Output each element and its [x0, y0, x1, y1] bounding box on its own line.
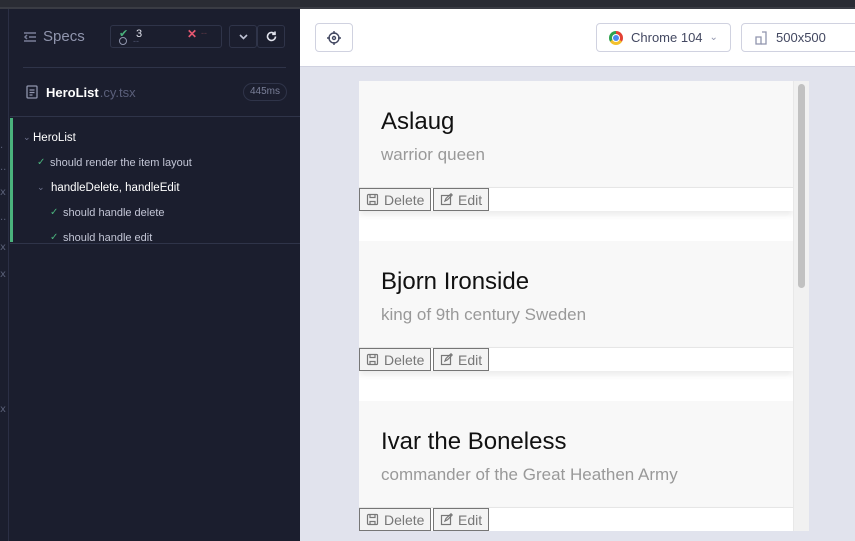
hero-name: Ivar the Boneless: [381, 428, 567, 455]
hero-card: Ivar the Boneless commander of the Great…: [359, 401, 793, 531]
specs-label: Specs: [43, 28, 85, 45]
save-icon: [366, 193, 379, 206]
failed-x-icon: ✕: [187, 27, 198, 41]
spec-duration-badge: 445ms: [242, 83, 287, 101]
test-row[interactable]: ✓ should render the item layout: [10, 150, 300, 175]
suite-label: handleDelete, handleEdit: [51, 181, 180, 194]
app-preview-area: Chrome 104 ⌄ 500x500 Aslaug warrior quee…: [300, 9, 855, 541]
suite-row-herolist[interactable]: ⌄ HeroList: [10, 125, 300, 150]
failed-count: --: [201, 28, 207, 38]
hero-card: Aslaug warrior queen Delete Edit: [359, 81, 793, 211]
browser-label: Chrome 104: [631, 30, 703, 45]
chevron-down-icon: [238, 34, 248, 40]
pass-check-icon: ✓: [50, 232, 59, 243]
specs-list-icon: [23, 31, 36, 42]
rerun-button[interactable]: [257, 25, 285, 48]
test-row[interactable]: ✓ should handle delete: [10, 200, 300, 225]
delete-label: Delete: [384, 351, 425, 368]
viewport-icon: [755, 30, 767, 45]
chrome-icon: [609, 30, 623, 45]
chevron-down-icon: ⌄: [709, 32, 718, 43]
spec-file-name: HeroList: [46, 84, 99, 100]
save-icon: [366, 513, 379, 526]
hero-name: Bjorn Ironside: [381, 268, 530, 295]
crosshair-icon: [327, 30, 341, 45]
window-top-strip: [0, 0, 855, 9]
test-row[interactable]: ✓ should handle edit: [10, 225, 300, 250]
refresh-icon: [266, 31, 276, 42]
edit-label: Edit: [458, 351, 483, 368]
suite-row-handle[interactable]: ⌄ handleDelete, handleEdit: [10, 175, 300, 200]
suite-label: HeroList: [33, 131, 76, 144]
test-label: should handle edit: [63, 231, 153, 244]
edit-button[interactable]: Edit: [433, 348, 490, 371]
selector-playground-button[interactable]: [315, 23, 353, 52]
hero-description: warrior queen: [381, 145, 485, 164]
hero-description: commander of the Great Heathen Army: [381, 465, 678, 484]
rail-mark: x: [0, 242, 6, 253]
edit-button[interactable]: Edit: [433, 188, 490, 211]
edit-icon: [440, 353, 453, 366]
pass-check-icon: ✓: [50, 207, 59, 218]
hero-description: king of 9th century Sweden: [381, 305, 587, 324]
pending-count: --: [133, 36, 139, 46]
specs-link[interactable]: Specs: [23, 28, 85, 45]
edit-button[interactable]: Edit: [433, 508, 490, 531]
divider: [10, 116, 300, 117]
reporter-header: Specs ✔ 3 -- ✕ --: [10, 9, 300, 67]
hero-card-actions: Delete Edit: [359, 507, 793, 531]
delete-button[interactable]: Delete: [359, 188, 432, 211]
delete-label: Delete: [384, 511, 425, 528]
rail-mark: x: [0, 269, 6, 280]
viewport-selector[interactable]: 500x500: [741, 23, 855, 52]
rail-mark: .: [0, 140, 4, 151]
spec-file-ext: .cy.tsx: [99, 84, 136, 100]
hero-card: Bjorn Ironside king of 9th century Swede…: [359, 241, 793, 371]
pass-check-icon: ✓: [37, 157, 46, 168]
edit-label: Edit: [458, 511, 483, 528]
rail-mark: ..: [0, 162, 7, 173]
edit-icon: [440, 193, 453, 206]
scrollbar-thumb[interactable]: [798, 84, 805, 288]
toggle-dropdown-button[interactable]: [229, 25, 257, 48]
delete-label: Delete: [384, 191, 425, 208]
delete-button[interactable]: Delete: [359, 348, 432, 371]
delete-button[interactable]: Delete: [359, 508, 432, 531]
save-icon: [366, 353, 379, 366]
divider: [23, 67, 286, 68]
test-label: should render the item layout: [50, 156, 192, 169]
pending-circle-icon: [119, 37, 127, 45]
test-stats: ✔ 3 -- ✕ --: [110, 25, 222, 48]
scrollbar[interactable]: [793, 81, 809, 531]
left-rail: . .. x .. x x x: [0, 9, 9, 541]
app-under-test-frame: Aslaug warrior queen Delete Edit Bjorn I…: [359, 81, 809, 531]
edit-label: Edit: [458, 191, 483, 208]
hero-name: Aslaug: [381, 108, 455, 135]
reporter-panel: Specs ✔ 3 -- ✕ -- HeroList .cy.tsx 445ms…: [10, 9, 300, 541]
hero-card-actions: Delete Edit: [359, 347, 793, 371]
viewport-label: 500x500: [776, 30, 826, 45]
edit-icon: [440, 513, 453, 526]
chevron-down-icon: ⌄: [23, 132, 31, 143]
browser-selector[interactable]: Chrome 104 ⌄: [596, 23, 731, 52]
rail-mark: x: [0, 187, 6, 198]
spec-file-header[interactable]: HeroList .cy.tsx 445ms: [25, 81, 287, 103]
chevron-down-icon: ⌄: [37, 182, 45, 193]
rail-mark: ..: [0, 212, 7, 223]
app-toolbar: Chrome 104 ⌄ 500x500: [300, 9, 855, 67]
divider: [10, 243, 300, 244]
test-label: should handle delete: [63, 206, 165, 219]
rail-mark: x: [0, 404, 6, 415]
hero-card-actions: Delete Edit: [359, 187, 793, 211]
document-icon: [26, 85, 38, 99]
